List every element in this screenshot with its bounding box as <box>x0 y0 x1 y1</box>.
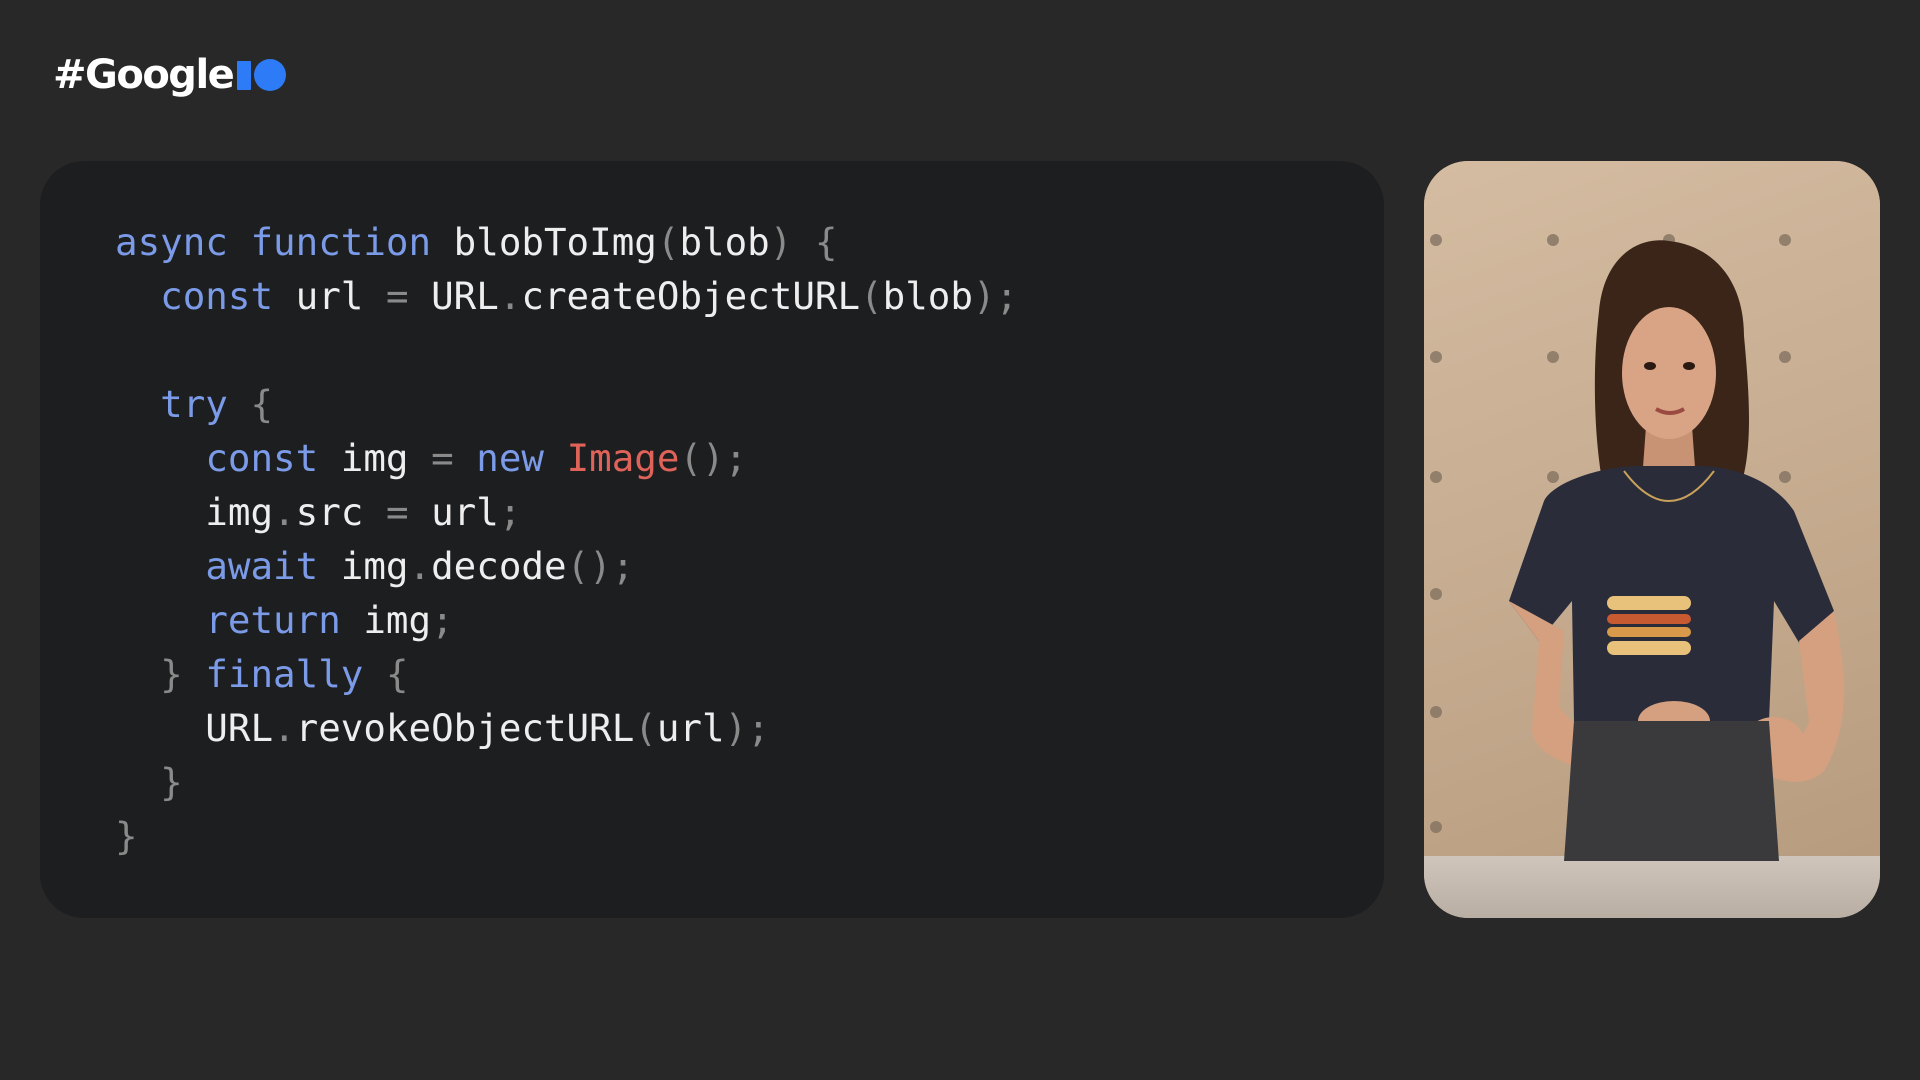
code-token: ); <box>724 706 770 750</box>
code-token: url <box>408 490 499 534</box>
code-token: . <box>273 706 296 750</box>
code-line: return img; <box>115 593 1018 647</box>
code-token: img <box>318 544 409 588</box>
shirt-logo <box>1607 596 1691 610</box>
code-token: blob <box>882 274 973 318</box>
presenter-figure <box>1509 240 1844 861</box>
code-token: ; <box>498 490 522 534</box>
code-token: blobToImg <box>431 220 657 264</box>
io-bar-icon <box>237 60 252 90</box>
code-line: await img.decode(); <box>115 539 1018 593</box>
code-line: try { <box>115 377 1018 431</box>
code-token: const <box>205 436 319 480</box>
code-token: ( <box>634 706 657 750</box>
io-circle-icon <box>254 59 287 91</box>
code-token: } <box>115 652 206 696</box>
code-line: } finally { <box>115 647 1018 701</box>
code-token: (); <box>679 436 748 480</box>
code-token: function <box>250 220 432 264</box>
code-token: revokeObjectURL <box>295 706 635 750</box>
code-token: . <box>408 544 432 588</box>
code-token: ( <box>860 274 883 318</box>
code-token: . <box>273 490 296 534</box>
code-token: url <box>656 706 725 750</box>
code-line: const url = URL.createObjectURL(blob); <box>115 269 1018 323</box>
code-line: async function blobToImg(blob) { <box>115 215 1018 269</box>
code-token: ); <box>972 274 1019 318</box>
code-token: URL <box>408 274 499 318</box>
code-token: async <box>115 220 228 264</box>
code-token: = <box>385 490 409 534</box>
code-token: decode <box>431 544 567 588</box>
code-token: img <box>318 436 432 480</box>
code-token: { <box>363 652 409 696</box>
code-token: ; <box>431 598 454 642</box>
code-token: = <box>385 274 409 318</box>
presenter-video <box>1424 161 1880 918</box>
code-token: new <box>476 436 544 480</box>
code-token: . <box>498 274 522 318</box>
code-token: return <box>205 598 341 642</box>
code-token: ) { <box>769 220 838 264</box>
code-token: finally <box>205 652 364 696</box>
code-token: url <box>273 274 386 318</box>
code-line: URL.revokeObjectURL(url); <box>115 701 1018 755</box>
code-token: img <box>340 598 432 642</box>
code-token: img <box>115 490 274 534</box>
code-token: { <box>227 382 274 426</box>
code-token: const <box>160 274 274 318</box>
code-token: (); <box>566 544 635 588</box>
code-block: async function blobToImg(blob) { const u… <box>115 215 1018 863</box>
google-io-logo: #Google <box>53 52 287 98</box>
code-token: await <box>205 544 319 588</box>
code-token: URL <box>115 706 274 750</box>
logo-text: #Google <box>53 52 235 98</box>
code-token: blob <box>679 220 770 264</box>
code-line: } <box>115 809 1018 863</box>
code-token: createObjectURL <box>521 274 861 318</box>
code-token: Image <box>566 436 680 480</box>
code-token: } <box>115 814 138 858</box>
code-token: } <box>115 760 183 804</box>
code-line: } <box>115 755 1018 809</box>
code-line: img.src = url; <box>115 485 1018 539</box>
code-token: = <box>431 436 454 480</box>
code-token: ( <box>656 220 680 264</box>
code-token: try <box>160 382 228 426</box>
code-token: src <box>295 490 386 534</box>
code-line: const img = new Image(); <box>115 431 1018 485</box>
